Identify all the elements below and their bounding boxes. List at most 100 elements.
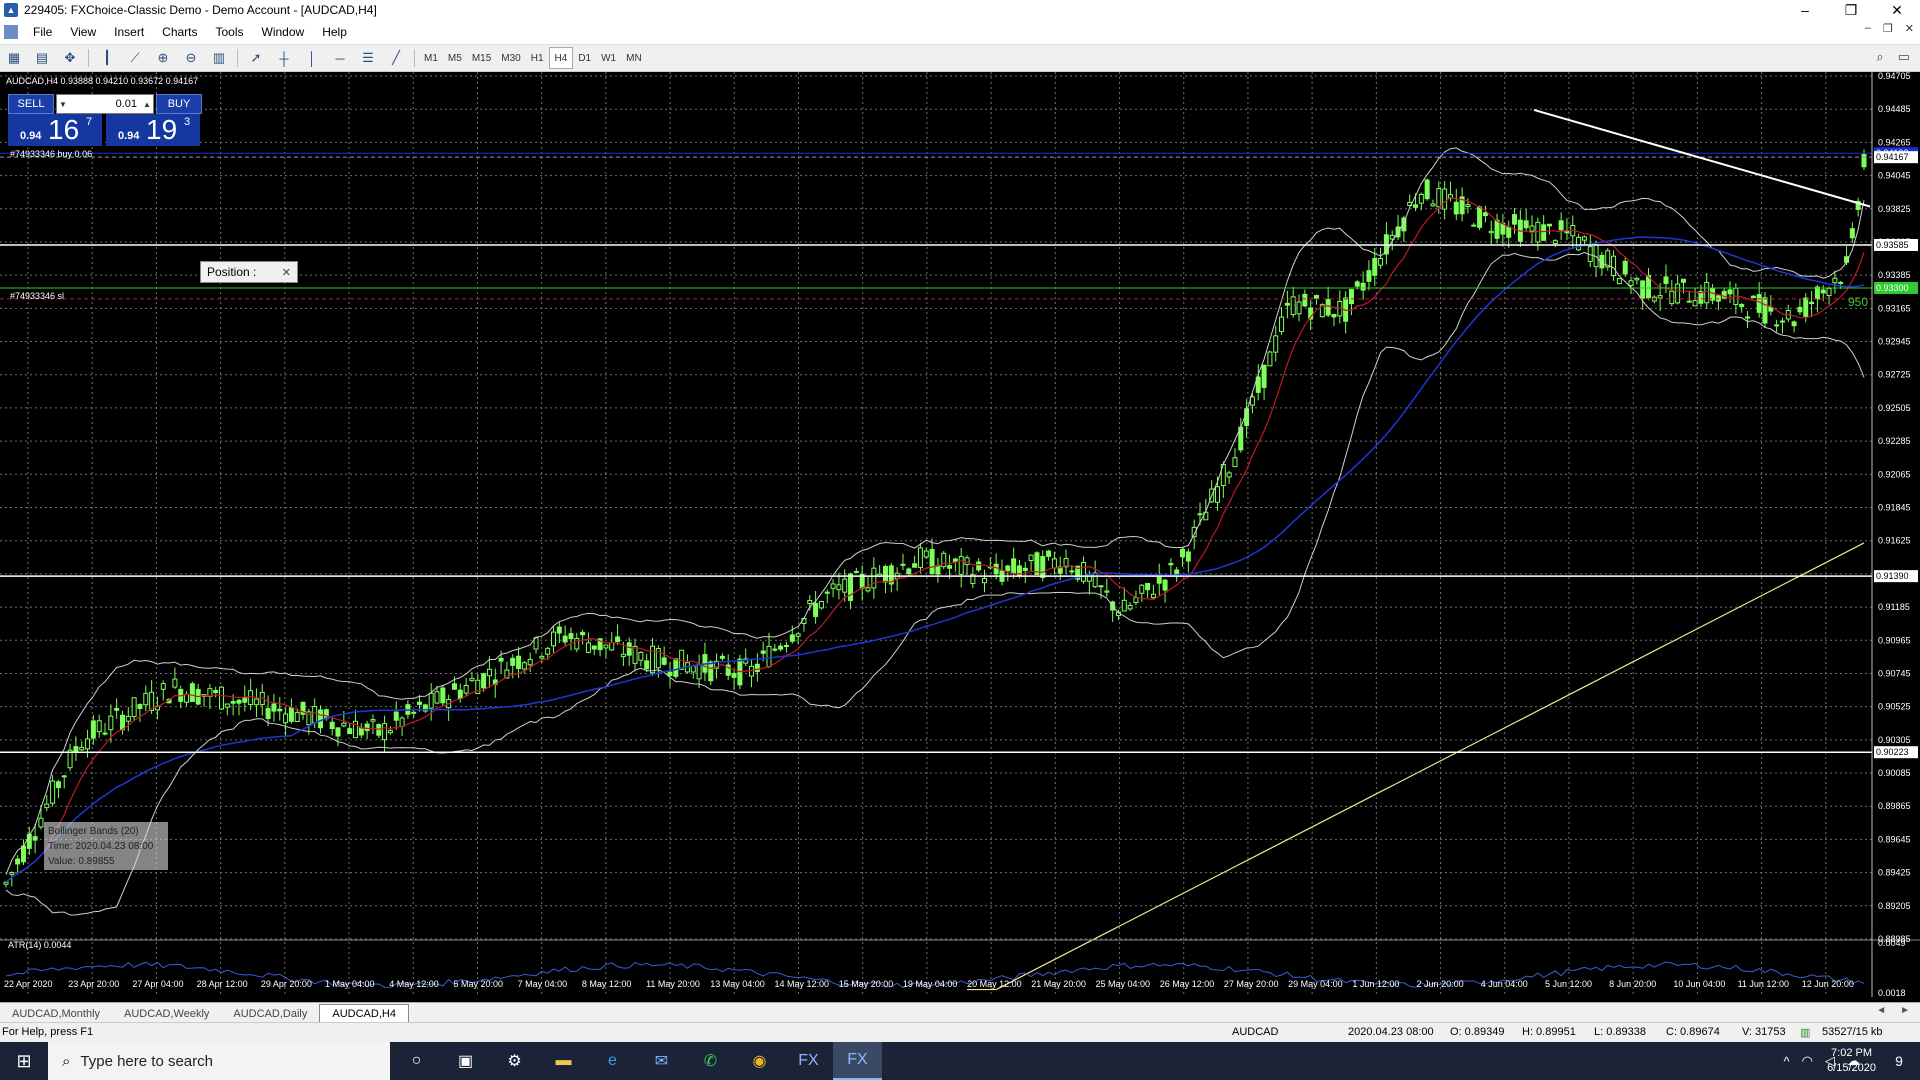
position-close-icon[interactable]: ✕ — [282, 266, 291, 279]
crosshair-icon[interactable]: ┼ — [273, 48, 295, 68]
menu-view[interactable]: View — [61, 25, 105, 39]
price-chart[interactable]: 950 0.94705 0.94485 0.94265 0.94045 0.93825 0.… — [0, 72, 1920, 1002]
edge-icon[interactable]: e — [588, 1042, 637, 1080]
minimize-button[interactable]: – — [1782, 0, 1828, 20]
candle-body — [591, 645, 597, 650]
tab-next-icon[interactable]: ► — [1900, 1005, 1910, 1016]
tf-m30[interactable]: M30 — [496, 48, 525, 68]
candle-body — [1046, 550, 1052, 557]
task-view-icon[interactable]: ▣ — [441, 1042, 490, 1080]
lot-size-value[interactable]: 0.01 — [69, 98, 141, 110]
tf-mn[interactable]: MN — [621, 48, 647, 68]
sell-price[interactable]: 0.94 16 7 — [8, 114, 102, 146]
menu-tools[interactable]: Tools — [207, 25, 253, 39]
horizontal-line-icon[interactable]: ─ — [329, 48, 351, 68]
stop-loss-label: #74933346 sl — [10, 291, 65, 301]
zoom-out-icon[interactable]: ⊖ — [180, 48, 202, 68]
tile-windows-icon[interactable]: ▥ — [208, 48, 230, 68]
candle-body — [341, 722, 347, 727]
trendline-icon[interactable]: ╱ — [385, 48, 407, 68]
tab-h4[interactable]: AUDCAD,H4 — [319, 1004, 409, 1023]
lot-decrease-icon[interactable]: ▼ — [57, 100, 69, 109]
price-tick-label: 0.91185 — [1878, 602, 1910, 612]
candle-body — [1680, 278, 1686, 283]
buy-price[interactable]: 0.94 19 3 — [106, 114, 200, 146]
vertical-line-icon[interactable]: │ — [301, 48, 323, 68]
candle-body — [1081, 561, 1087, 582]
zoom-in-icon[interactable]: ⊕ — [152, 48, 174, 68]
tf-m15[interactable]: M15 — [467, 48, 496, 68]
menu-help[interactable]: Help — [313, 25, 356, 39]
candle-body — [1692, 300, 1698, 307]
tf-h1[interactable]: H1 — [526, 48, 549, 68]
mdi-minimize-icon[interactable]: – — [1865, 22, 1871, 35]
candle-body — [958, 556, 964, 575]
candle-body — [224, 703, 230, 708]
price-tick-label: 0.89645 — [1878, 834, 1911, 844]
lot-increase-icon[interactable]: ▲ — [141, 100, 153, 109]
candle-body — [189, 683, 195, 702]
candle-body — [1803, 297, 1809, 317]
mail-icon[interactable]: ✉ — [637, 1042, 686, 1080]
candle-body — [1640, 280, 1646, 299]
candle-body — [38, 817, 44, 828]
chrome-icon[interactable]: ◉ — [735, 1042, 784, 1080]
tab-monthly[interactable]: AUDCAD,Monthly — [0, 1005, 112, 1023]
channel-icon[interactable]: ☰ — [357, 48, 379, 68]
new-chart-icon[interactable]: ▦ — [3, 48, 25, 68]
menu-window[interactable]: Window — [253, 25, 314, 39]
status-bar: For Help, press F1 AUDCAD 2020.04.23 08:… — [0, 1022, 1920, 1043]
tab-weekly[interactable]: AUDCAD,Weekly — [112, 1005, 221, 1023]
mdi-icon[interactable] — [4, 25, 18, 39]
mdi-close-icon[interactable]: ✕ — [1905, 22, 1914, 35]
time-tick-label: 21 May 20:00 — [1031, 979, 1086, 989]
tf-w1[interactable]: W1 — [596, 48, 621, 68]
bar-chart-icon[interactable]: ┃ — [96, 48, 118, 68]
menu-insert[interactable]: Insert — [105, 25, 153, 39]
tf-m1[interactable]: M1 — [419, 48, 443, 68]
buy-button[interactable]: BUY — [156, 94, 202, 114]
tf-h4[interactable]: H4 — [548, 47, 574, 69]
notifications-icon[interactable]: 9 — [1888, 1050, 1910, 1072]
cortana-icon[interactable]: ○ — [392, 1042, 441, 1080]
sell-button[interactable]: SELL — [8, 94, 54, 114]
candle-body — [1226, 472, 1232, 478]
chart-area[interactable]: 950 0.94705 0.94485 0.94265 0.94045 0.93825 0.… — [0, 72, 1920, 1002]
profiles-icon[interactable]: ▤ — [31, 48, 53, 68]
position-widget[interactable]: Position : ✕ — [200, 261, 298, 283]
clock[interactable]: 7:02 PM 6/15/2020 — [1827, 1046, 1876, 1076]
menu-file[interactable]: File — [24, 25, 61, 39]
whatsapp-icon[interactable]: ✆ — [686, 1042, 735, 1080]
taskbar-search[interactable]: ⌕ Type here to search — [48, 1042, 390, 1080]
crosshair-move-icon[interactable]: ✥ — [59, 48, 81, 68]
fxchoice-active-icon[interactable]: FX — [833, 1042, 882, 1080]
tray-chevron-icon[interactable]: ^ — [1784, 1054, 1790, 1069]
chat-icon[interactable]: ▭ — [1898, 49, 1910, 65]
maximize-button[interactable]: ❐ — [1828, 0, 1874, 20]
line-chart-icon[interactable]: ⟋ — [124, 48, 146, 68]
lot-size-field[interactable]: ▼ 0.01 ▲ — [56, 94, 154, 114]
menu-charts[interactable]: Charts — [153, 25, 206, 39]
tf-d1[interactable]: D1 — [573, 48, 596, 68]
status-high: H: 0.89951 — [1522, 1026, 1576, 1038]
time-tick-label: 20 May 12:00 — [967, 979, 1022, 989]
search-icon[interactable]: ⌕ — [1876, 49, 1883, 65]
candle-body — [61, 775, 67, 778]
candle-body — [993, 563, 999, 575]
tf-m5[interactable]: M5 — [443, 48, 467, 68]
tab-daily[interactable]: AUDCAD,Daily — [221, 1005, 319, 1023]
tab-prev-icon[interactable]: ◄ — [1876, 1005, 1886, 1016]
candle-body — [55, 781, 61, 789]
fxchoice-icon[interactable]: FX — [784, 1042, 833, 1080]
windows-start-icon[interactable]: ⊞ — [0, 1042, 48, 1080]
file-explorer-icon[interactable]: ▬ — [539, 1042, 588, 1080]
settings-app-icon[interactable]: ⚙ — [490, 1042, 539, 1080]
wifi-icon[interactable]: ◠ — [1802, 1053, 1813, 1069]
cursor-icon[interactable]: ➚ — [245, 48, 267, 68]
mdi-restore-icon[interactable]: ❐ — [1883, 22, 1893, 35]
candle-body — [1669, 290, 1675, 305]
close-button[interactable]: ✕ — [1874, 0, 1920, 20]
time-tick-label: 11 Jun 12:00 — [1738, 979, 1789, 989]
candle-body — [731, 673, 737, 678]
time-tick-label: 12 Jun 20:00 — [1802, 979, 1854, 989]
